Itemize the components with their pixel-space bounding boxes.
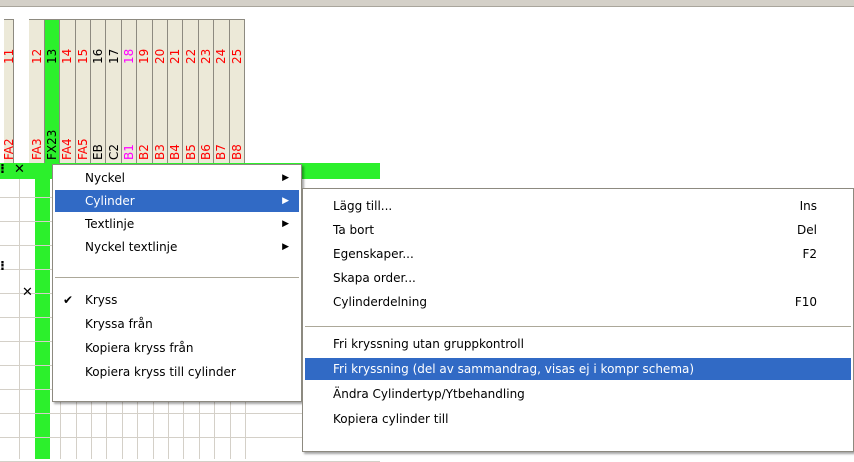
- shortcut-label: F2: [802, 247, 817, 261]
- submenu-item-skapa-order[interactable]: Skapa order...: [305, 267, 851, 289]
- submenu-arrow-icon: ▶: [282, 219, 289, 229]
- column-header[interactable]: 18 B1: [121, 19, 138, 163]
- column-header[interactable]: 25 B8: [229, 19, 245, 163]
- submenu-item-fri-kryssning-utan-gruppkontroll[interactable]: Fri kryssning utan gruppkontroll: [305, 333, 851, 355]
- column-code: B6: [198, 144, 213, 160]
- column-header[interactable]: 21 B4: [168, 19, 184, 163]
- column-header[interactable]: 12 FA3: [29, 19, 45, 163]
- column-code: B4: [168, 144, 183, 160]
- column-code: B2: [137, 144, 152, 160]
- column-number: 21: [168, 48, 183, 64]
- column-code: B3: [152, 144, 167, 160]
- menu-item-kryssa-fran[interactable]: Kryssa från: [55, 313, 299, 335]
- column-number: 24: [214, 48, 229, 64]
- column-header[interactable]: 17 C2: [106, 19, 122, 163]
- menu-item-label: Cylinderdelning: [333, 295, 427, 309]
- column-number: 20: [152, 48, 167, 64]
- column-code: B5: [183, 144, 198, 160]
- shortcut-label: F10: [794, 295, 817, 309]
- column-header[interactable]: 11 FA2: [1, 19, 16, 163]
- column-header[interactable]: 24 B7: [214, 19, 230, 163]
- column-code: FA5: [75, 138, 90, 160]
- menu-item-label: Nyckel textlinje: [85, 240, 178, 254]
- column-number: 18: [121, 48, 136, 64]
- submenu-item-lagg-till[interactable]: Lägg till... Ins: [305, 195, 851, 217]
- submenu-item-egenskaper[interactable]: Egenskaper... F2: [305, 243, 851, 265]
- column-header[interactable]: 22 B5: [183, 19, 199, 163]
- column-header[interactable]: 20 B3: [152, 19, 168, 163]
- submenu-arrow-icon: ▶: [282, 242, 289, 252]
- column-number: 12: [29, 48, 44, 64]
- column-number: 22: [183, 48, 198, 64]
- menu-item-label: Ändra Cylindertyp/Ytbehandling: [333, 387, 525, 401]
- shortcut-label: Del: [797, 223, 817, 237]
- menu-item-label: Kopiera kryss från: [85, 341, 194, 355]
- column-code: B1: [121, 144, 136, 160]
- column-number: 17: [106, 48, 121, 64]
- column-code: FX23: [44, 129, 59, 160]
- menu-item-kopiera-kryss-till-cylinder[interactable]: Kopiera kryss till cylinder: [55, 361, 299, 383]
- menu-item-label: Kryss: [85, 293, 118, 307]
- column-number: 16: [91, 48, 106, 64]
- menu-separator: [305, 326, 851, 327]
- menu-item-nyckel[interactable]: Nyckel ▶: [55, 167, 299, 189]
- submenu-item-andra-cylindertyp[interactable]: Ändra Cylindertyp/Ytbehandling: [305, 383, 851, 405]
- column-header[interactable]: 16 EB: [91, 19, 107, 163]
- window-top-edge: [0, 0, 854, 7]
- column-number: 23: [198, 48, 213, 64]
- submenu-arrow-icon: ▶: [282, 173, 289, 183]
- column-code: FA4: [60, 138, 75, 160]
- menu-item-label: Kopiera kryss till cylinder: [85, 365, 236, 379]
- menu-item-label: Egenskaper...: [333, 247, 414, 261]
- context-menu: Nyckel ▶ Cylinder ▶ Textlinje ▶ Nyckel t…: [52, 164, 302, 402]
- cylinder-submenu: Lägg till... Ins Ta bort Del Egenskaper.…: [302, 188, 854, 452]
- column-number: 11: [1, 48, 16, 64]
- column-header[interactable]: 23 B6: [198, 19, 215, 163]
- menu-item-label: Cylinder: [85, 194, 135, 208]
- shortcut-label: Ins: [799, 199, 817, 213]
- submenu-item-kopiera-cylinder-till[interactable]: Kopiera cylinder till: [305, 408, 851, 430]
- cross-mark-icon[interactable]: ✕: [14, 162, 25, 177]
- menu-item-label: Textlinje: [85, 217, 135, 231]
- cross-mark-icon[interactable]: ⁝: [0, 259, 5, 274]
- menu-item-label: Skapa order...: [333, 271, 416, 285]
- menu-separator: [55, 277, 299, 278]
- menu-item-label: Kryssa från: [85, 317, 153, 331]
- column-code: B8: [229, 144, 244, 160]
- column-number: 14: [60, 48, 75, 64]
- menu-item-kryss[interactable]: ✔ Kryss: [55, 289, 299, 311]
- column-code: FA3: [29, 138, 44, 160]
- menu-item-kopiera-kryss-fran[interactable]: Kopiera kryss från: [55, 337, 299, 359]
- cross-mark-icon[interactable]: ✕: [22, 285, 33, 300]
- column-number: 25: [229, 48, 244, 64]
- column-number: 19: [137, 48, 152, 64]
- menu-item-cylinder[interactable]: Cylinder ▶: [55, 190, 299, 212]
- cross-mark-icon[interactable]: ⁝: [0, 162, 5, 177]
- column-code: EB: [91, 144, 106, 160]
- column-number: 13: [44, 48, 59, 64]
- submenu-item-ta-bort[interactable]: Ta bort Del: [305, 219, 851, 241]
- menu-item-label: Fri kryssning (del av sammandrag, visas …: [333, 362, 695, 376]
- menu-item-textlinje[interactable]: Textlinje ▶: [55, 213, 299, 235]
- menu-item-label: Nyckel: [85, 171, 125, 185]
- column-code: C2: [106, 143, 121, 160]
- submenu-arrow-icon: ▶: [282, 196, 289, 206]
- column-number: 15: [75, 48, 90, 64]
- column-header[interactable]: 19 B2: [137, 19, 153, 163]
- column-header[interactable]: 15 FA5: [75, 19, 91, 163]
- menu-item-label: Kopiera cylinder till: [333, 412, 449, 426]
- submenu-item-cylinderdelning[interactable]: Cylinderdelning F10: [305, 291, 851, 313]
- checkmark-icon: ✔: [63, 293, 74, 307]
- menu-item-nyckel-textlinje[interactable]: Nyckel textlinje ▶: [55, 236, 299, 258]
- menu-item-label: Lägg till...: [333, 199, 393, 213]
- submenu-item-fri-kryssning-del-av-sammandrag[interactable]: Fri kryssning (del av sammandrag, visas …: [305, 358, 851, 380]
- column-code: FA2: [1, 138, 16, 160]
- column-header[interactable]: 13 FX23: [44, 19, 61, 163]
- column-code: B7: [214, 144, 229, 160]
- menu-item-label: Fri kryssning utan gruppkontroll: [333, 337, 524, 351]
- column-header[interactable]: 14 FA4: [60, 19, 76, 163]
- menu-item-label: Ta bort: [333, 223, 375, 237]
